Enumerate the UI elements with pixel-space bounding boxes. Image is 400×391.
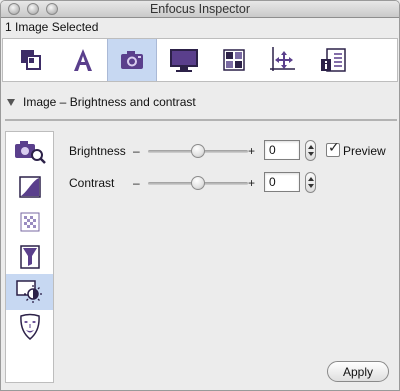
section-divider xyxy=(5,119,397,121)
sidebar-item-image-zoom[interactable] xyxy=(6,134,53,170)
camera-icon xyxy=(121,51,143,69)
tab-layers[interactable] xyxy=(6,39,56,81)
brightness-label: Brightness xyxy=(69,144,126,158)
curves-icon xyxy=(18,176,41,198)
brightness-value-field[interactable] xyxy=(264,140,300,160)
contrast-plus[interactable]: + xyxy=(248,176,255,190)
section-title: Image – Brightness and contrast xyxy=(23,95,196,109)
checker-icon xyxy=(20,212,39,232)
tab-output[interactable] xyxy=(159,39,209,81)
adjustment-sidebar xyxy=(5,131,54,383)
window-title: Enfocus Inspector xyxy=(149,2,251,16)
category-toolbar xyxy=(2,38,398,82)
tab-image[interactable] xyxy=(107,39,157,81)
apply-button[interactable]: Apply xyxy=(327,361,389,382)
preview-label[interactable]: Preview xyxy=(343,144,386,158)
mask-icon xyxy=(19,313,40,340)
info-list-icon xyxy=(321,48,346,72)
tab-position[interactable] xyxy=(257,39,307,81)
sidebar-item-pattern[interactable] xyxy=(6,204,53,240)
image-zoom-icon xyxy=(14,141,46,164)
disclosure-triangle-icon[interactable] xyxy=(7,98,15,106)
brightness-plus[interactable]: + xyxy=(248,144,255,158)
text-icon xyxy=(74,49,92,71)
tab-text[interactable] xyxy=(58,39,108,81)
color-blocks-icon xyxy=(223,49,245,71)
contrast-minus[interactable]: – xyxy=(133,176,140,190)
inspector-window: Enfocus Inspector 1 Image Selected Image… xyxy=(0,0,400,391)
contrast-value-field[interactable] xyxy=(264,172,300,192)
brightness-icon xyxy=(15,280,42,303)
brightness-stepper[interactable] xyxy=(305,140,316,161)
tab-color[interactable] xyxy=(209,39,259,81)
contrast-label: Contrast xyxy=(69,176,115,190)
sidebar-item-mask[interactable] xyxy=(6,309,53,345)
brightness-minus[interactable]: – xyxy=(133,144,140,158)
move-axis-icon xyxy=(270,47,295,71)
preview-checkbox[interactable] xyxy=(326,140,340,157)
contrast-stepper[interactable] xyxy=(305,172,316,193)
layers-icon xyxy=(21,50,41,70)
monitor-icon xyxy=(170,49,198,72)
filter-funnel-icon xyxy=(19,245,40,269)
selection-count: 1 Image Selected xyxy=(5,20,99,34)
sidebar-item-brightness[interactable] xyxy=(6,274,53,310)
section-header[interactable]: Image – Brightness and contrast xyxy=(7,95,196,109)
contrast-slider-thumb[interactable] xyxy=(191,176,205,190)
tab-info[interactable] xyxy=(308,39,358,81)
sidebar-item-filter[interactable] xyxy=(6,239,53,275)
title-bar[interactable]: Enfocus Inspector xyxy=(1,1,399,18)
brightness-slider-thumb[interactable] xyxy=(191,144,205,158)
sidebar-item-curves[interactable] xyxy=(6,169,53,205)
